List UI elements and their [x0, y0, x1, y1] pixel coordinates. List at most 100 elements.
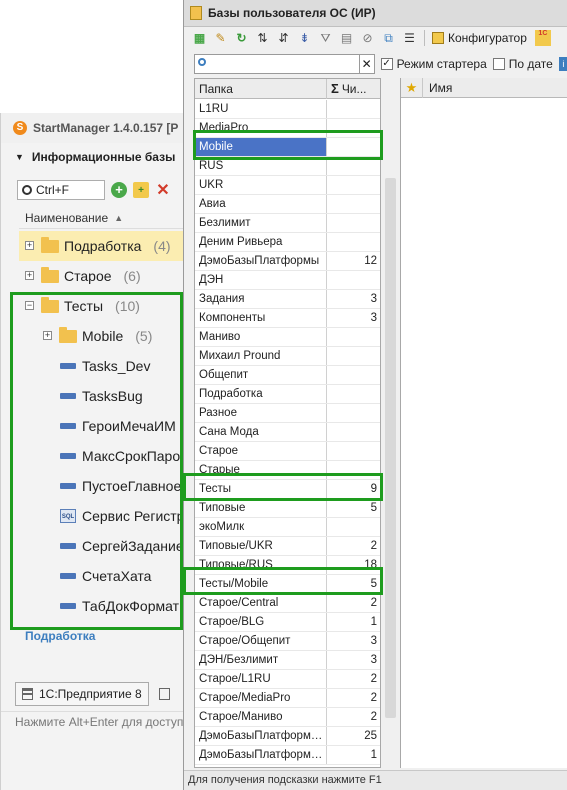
- tree-label: МаксСрокПаро: [82, 448, 181, 464]
- count-cell: 18: [364, 559, 377, 571]
- chevron-down-icon[interactable]: ▼: [15, 152, 24, 162]
- grid-row[interactable]: Подработка: [195, 385, 380, 404]
- grid-row[interactable]: Типовые/RUS 18: [195, 556, 380, 575]
- expand-icon[interactable]: +: [25, 241, 34, 250]
- grid-row[interactable]: Разное: [195, 404, 380, 423]
- add-folder-button[interactable]: +: [133, 182, 149, 198]
- window-titlebar[interactable]: Базы пользователя ОС (ИР): [184, 0, 567, 27]
- folder-column-header[interactable]: Папка: [195, 79, 327, 99]
- grid-row[interactable]: Старое/L1RU 2: [195, 670, 380, 689]
- tree-base[interactable]: ПустоеГлавное: [19, 471, 191, 501]
- grid-row[interactable]: Деним Ривьера: [195, 233, 380, 252]
- sort-desc-icon[interactable]: ⇵: [274, 29, 293, 47]
- copy-icon[interactable]: ⧉: [379, 29, 398, 47]
- grid-row[interactable]: Общепит: [195, 366, 380, 385]
- grid-body: L1RU MediaPro Mobile RUS UKR Авиа Безлимит Дени…: [195, 100, 380, 765]
- grid-row[interactable]: Старое: [195, 442, 380, 461]
- grid-row[interactable]: Типовые/UKR 2: [195, 537, 380, 556]
- grid-row[interactable]: MediaPro: [195, 119, 380, 138]
- current-group-link[interactable]: Подработка: [25, 629, 95, 643]
- tree-folder-staroe[interactable]: + Старое (6): [19, 261, 191, 291]
- enterprise-icon[interactable]: 1С: [534, 30, 551, 46]
- grid-row[interactable]: Безлимит: [195, 214, 380, 233]
- grid-row[interactable]: Тесты 9: [195, 480, 380, 499]
- grid-row[interactable]: экоМилк: [195, 518, 380, 537]
- list-icon: [158, 688, 170, 700]
- filter-value-icon[interactable]: ▤: [337, 29, 356, 47]
- tree-base[interactable]: TasksBug: [19, 381, 191, 411]
- tree-count: (6): [123, 268, 141, 284]
- expand-icon[interactable]: +: [43, 331, 52, 340]
- filter-clear-icon[interactable]: ⊘: [358, 29, 377, 47]
- collapse-icon[interactable]: −: [25, 301, 34, 310]
- folder-cell: Старое/Central: [195, 594, 327, 612]
- count-cell: 2: [370, 597, 377, 609]
- scrollbar-thumb[interactable]: [385, 178, 396, 718]
- list-icon[interactable]: ☰: [400, 29, 419, 47]
- grid-row[interactable]: Старое/Общепит 3: [195, 632, 380, 651]
- tree-base[interactable]: СчетаХата: [19, 561, 191, 591]
- startmanager-titlebar[interactable]: S StartManager 1.4.0.157 [P: [1, 113, 191, 143]
- tab-second[interactable]: [158, 688, 176, 700]
- add-base-button[interactable]: +: [111, 182, 127, 198]
- tree-base[interactable]: Tasks_Dev: [19, 351, 191, 381]
- count-column-header[interactable]: Σ Чи...: [327, 79, 380, 99]
- expand-icon[interactable]: +: [25, 271, 34, 280]
- search-input[interactable]: Ctrl+F: [17, 180, 105, 200]
- filter-icon[interactable]: ⛛: [316, 29, 335, 47]
- tree-base[interactable]: SQL Сервис Регистр: [19, 501, 191, 531]
- search-value: Ctrl+F: [36, 183, 69, 197]
- grid-row[interactable]: Маниво: [195, 328, 380, 347]
- folder-cell: ДЭН: [195, 271, 327, 289]
- tab-enterprise[interactable]: 1С:Предприятие 8: [15, 682, 149, 706]
- grid-row[interactable]: ДЭН/Безлимит 3: [195, 651, 380, 670]
- startmanager-window: S StartManager 1.4.0.157 [P ▼ Информацио…: [0, 113, 191, 790]
- grid-row[interactable]: Старое/MediaPro 2: [195, 689, 380, 708]
- delete-button[interactable]: ✕: [155, 182, 171, 199]
- tree-folder-mobile[interactable]: + Mobile (5): [19, 321, 191, 351]
- grid-row[interactable]: Михаил Pround: [195, 347, 380, 366]
- grid-row[interactable]: Сана Мода: [195, 423, 380, 442]
- info-icon[interactable]: i: [558, 57, 567, 71]
- grid-row[interactable]: ДэмоБазыПлатформы... 25: [195, 727, 380, 746]
- tree-count: (5): [135, 328, 153, 344]
- star-icon[interactable]: ★: [401, 77, 423, 98]
- tree-base[interactable]: ТабДокФормат: [19, 591, 191, 621]
- tree-base[interactable]: СергейЗаданиe: [19, 531, 191, 561]
- grid-row[interactable]: ДЭН: [195, 271, 380, 290]
- grid-row[interactable]: Тесты/Mobile 5: [195, 575, 380, 594]
- grid-row[interactable]: Задания 3: [195, 290, 380, 309]
- database-icon: [60, 393, 76, 399]
- by-date-checkbox[interactable]: По дате: [492, 57, 553, 71]
- grid-row[interactable]: Старое/Маниво 2: [195, 708, 380, 727]
- grid-row[interactable]: UKR: [195, 176, 380, 195]
- tree-base[interactable]: МаксСрокПаро: [19, 441, 191, 471]
- grid-row[interactable]: ДэмоБазыПлатформы... 1: [195, 746, 380, 765]
- grid-row[interactable]: Старые: [195, 461, 380, 480]
- filter-input[interactable]: [194, 54, 360, 74]
- configurator-button[interactable]: Конфигуратор: [430, 29, 529, 47]
- grid-row[interactable]: L1RU: [195, 100, 380, 119]
- clear-filter-button[interactable]: ✕: [359, 54, 375, 74]
- name-column-header[interactable]: Наименование ▲: [19, 207, 191, 229]
- grid-row[interactable]: RUS: [195, 157, 380, 176]
- refresh-icon[interactable]: ↻: [232, 29, 251, 47]
- grid-row[interactable]: Типовые 5: [195, 499, 380, 518]
- grid-row[interactable]: Старое/BLG 1: [195, 613, 380, 632]
- grid-row[interactable]: Компоненты 3: [195, 309, 380, 328]
- tree-folder-testy[interactable]: − Тесты (10): [19, 291, 191, 321]
- wand-icon[interactable]: ✎: [211, 29, 230, 47]
- sort-asc-icon[interactable]: ⇅: [253, 29, 272, 47]
- grid-row[interactable]: Старое/Central 2: [195, 594, 380, 613]
- vertical-scrollbar[interactable]: [382, 78, 399, 768]
- grid-row[interactable]: ДэмоБазыПлатформы 12: [195, 252, 380, 271]
- name-column-header[interactable]: Имя: [423, 81, 452, 95]
- tree-base[interactable]: ГероиМечаИМ: [19, 411, 191, 441]
- grid-row[interactable]: Авиа: [195, 195, 380, 214]
- starter-mode-checkbox[interactable]: ✓ Режим стартера: [380, 57, 487, 71]
- tree-folder-podrabotka[interactable]: + Подработка (4): [19, 231, 191, 261]
- hierarchy-icon[interactable]: ⇟: [295, 29, 314, 47]
- section-header[interactable]: ▼ Информационные базы: [15, 147, 175, 167]
- add-icon[interactable]: ▦: [190, 29, 209, 47]
- grid-row[interactable]: Mobile: [195, 138, 380, 157]
